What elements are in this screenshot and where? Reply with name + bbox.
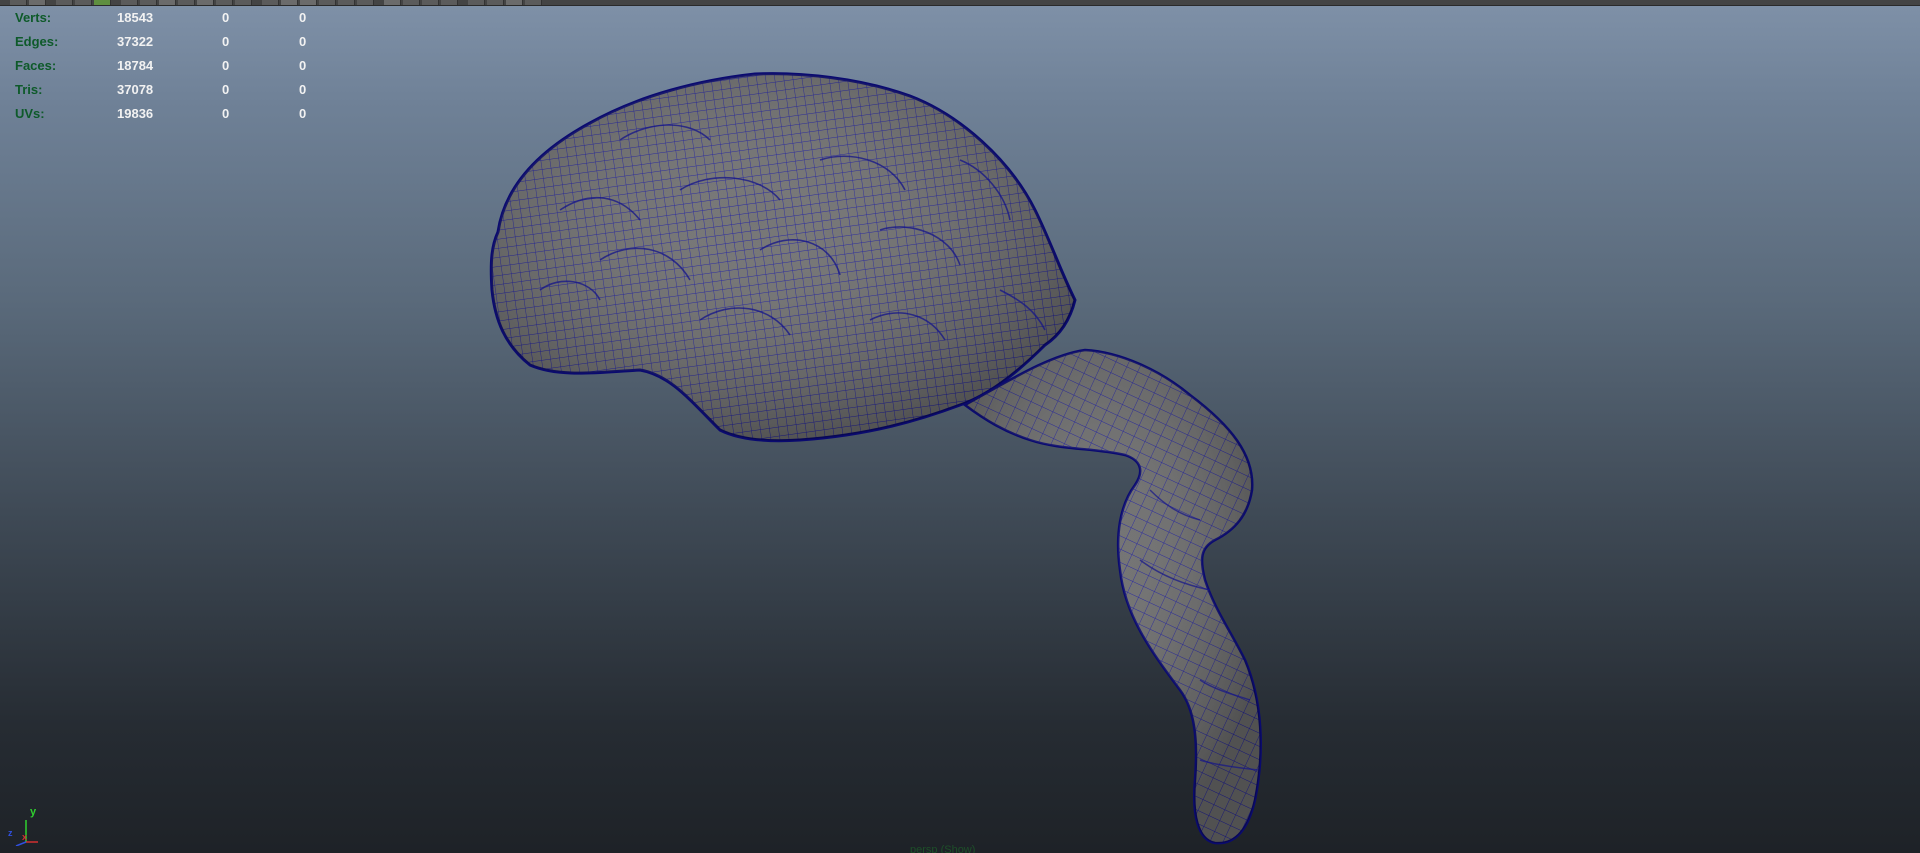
hud-value: 37322 (117, 34, 154, 49)
hud-label: Verts: (15, 10, 52, 25)
hud-row-edges: Edges: 37322 0 0 (15, 30, 315, 54)
hud-row-uvs: UVs: 19836 0 0 (15, 102, 315, 126)
axis-gizmo-icon: y x z (6, 806, 46, 847)
hud-row-tris: Tris: 37078 0 0 (15, 78, 315, 102)
hud-label: Tris: (15, 82, 43, 97)
hud-value: 19836 (117, 106, 154, 121)
stem-shading (965, 350, 1261, 844)
hud-value: 37078 (117, 82, 154, 97)
hud-label: Edges: (15, 34, 59, 49)
hud-value: 0 (222, 82, 230, 97)
hud-value: 0 (222, 106, 230, 121)
hud-row-verts: Verts: 18543 0 0 (15, 6, 315, 30)
hud-label: UVs: (15, 106, 45, 121)
hud-value: 18784 (117, 58, 154, 73)
axis-z-label: z (8, 828, 13, 838)
hud-value: 0 (299, 106, 307, 121)
hud-value: 18543 (117, 10, 154, 25)
hud-value: 0 (299, 82, 307, 97)
hud-label: Faces: (15, 58, 57, 73)
camera-name-label: persp (Show) (910, 844, 976, 853)
axis-y-label: y (30, 806, 37, 818)
hud-value: 0 (299, 34, 307, 49)
mesh-object[interactable] (0, 0, 1920, 853)
poly-count-hud: Verts: 18543 0 0 Edges: 37322 0 0 Faces:… (15, 6, 315, 126)
hud-row-faces: Faces: 18784 0 0 (15, 54, 315, 78)
hud-value: 0 (222, 34, 230, 49)
3d-viewport[interactable]: Verts: 18543 0 0 Edges: 37322 0 0 Faces:… (0, 0, 1920, 853)
hud-value: 0 (299, 58, 307, 73)
hud-value: 0 (222, 58, 230, 73)
axis-x-label: x (22, 832, 28, 842)
hud-value: 0 (299, 10, 307, 25)
hud-value: 0 (222, 10, 230, 25)
